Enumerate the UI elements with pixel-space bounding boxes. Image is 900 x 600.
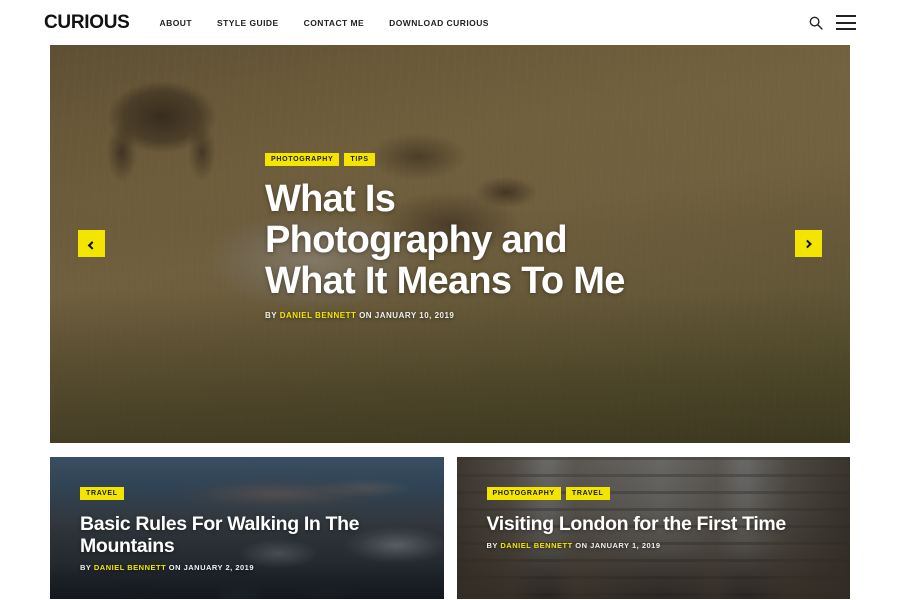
card-content: PHOTOGRAPHY TRAVEL Visiting London for t…: [486, 487, 829, 550]
card-tag-photography[interactable]: PHOTOGRAPHY: [486, 487, 561, 500]
hero-byline-date: ON JANUARY 10, 2019: [356, 311, 455, 321]
hero-slider[interactable]: PHOTOGRAPHY TIPS What Is Photography and…: [50, 45, 850, 443]
hero-tag-photography[interactable]: PHOTOGRAPHY: [265, 153, 340, 166]
card-byline-date: ON JANUARY 1, 2019: [572, 541, 661, 551]
card-content: TRAVEL Basic Rules For Walking In The Mo…: [80, 487, 422, 572]
burger-line: [836, 15, 856, 17]
card-byline-date: ON JANUARY 2, 2019: [166, 563, 255, 573]
hero-byline-prefix: BY: [265, 311, 280, 321]
hero-byline: BY DANIEL BENNETT ON JANUARY 10, 2019: [265, 311, 625, 320]
slider-prev-button[interactable]: [78, 230, 105, 257]
nav-item-about[interactable]: ABOUT: [160, 18, 192, 28]
card-byline-prefix: BY: [486, 541, 501, 551]
card-title[interactable]: Basic Rules For Walking In The Mountains: [80, 513, 422, 557]
burger-line: [836, 21, 856, 24]
featured-posts-grid: TRAVEL Basic Rules For Walking In The Mo…: [50, 457, 850, 599]
hero-tag-tips[interactable]: TIPS: [344, 153, 375, 166]
card-byline: BY DANIEL BENNETT ON JANUARY 1, 2019: [487, 541, 829, 550]
site-header: CURIOUS ABOUT STYLE GUIDE CONTACT ME DOW…: [0, 0, 900, 45]
card-author-link[interactable]: DANIEL BENNETT: [94, 563, 166, 572]
card-title[interactable]: Visiting London for the First Time: [487, 513, 829, 535]
nav-item-contact-me[interactable]: CONTACT ME: [304, 18, 365, 28]
chevron-left-icon: [87, 240, 96, 250]
search-icon[interactable]: [808, 15, 824, 31]
chevron-right-icon: [802, 239, 812, 248]
post-card-mountains[interactable]: TRAVEL Basic Rules For Walking In The Mo…: [50, 457, 444, 599]
header-actions: [808, 15, 856, 31]
hamburger-menu-icon[interactable]: [836, 15, 856, 30]
card-tag-list: PHOTOGRAPHY TRAVEL: [486, 487, 829, 500]
hero-title[interactable]: What Is Photography and What It Means To…: [265, 178, 625, 302]
card-byline-prefix: BY: [80, 563, 94, 573]
card-tag-travel[interactable]: TRAVEL: [565, 487, 610, 500]
hero-content: PHOTOGRAPHY TIPS What Is Photography and…: [265, 153, 625, 320]
card-tag-travel[interactable]: TRAVEL: [80, 487, 124, 500]
hero-author-link[interactable]: DANIEL BENNETT: [280, 311, 357, 320]
nav-item-style-guide[interactable]: STYLE GUIDE: [217, 18, 279, 28]
main-navigation: ABOUT STYLE GUIDE CONTACT ME DOWNLOAD CU…: [160, 18, 489, 28]
card-byline: BY DANIEL BENNETT ON JANUARY 2, 2019: [80, 563, 422, 572]
card-tag-list: TRAVEL: [80, 487, 422, 500]
slider-next-button[interactable]: [795, 230, 822, 257]
nav-item-download-curious[interactable]: DOWNLOAD CURIOUS: [389, 18, 489, 28]
hero-tag-list: PHOTOGRAPHY TIPS: [265, 153, 625, 166]
burger-line: [836, 28, 856, 30]
card-author-link[interactable]: DANIEL BENNETT: [500, 541, 572, 550]
site-logo[interactable]: CURIOUS: [44, 13, 130, 32]
post-card-london[interactable]: PHOTOGRAPHY TRAVEL Visiting London for t…: [456, 457, 850, 599]
